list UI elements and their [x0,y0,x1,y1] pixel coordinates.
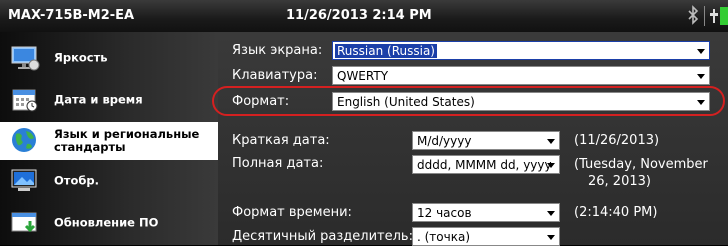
short-date-value: M/d/yyyy [417,134,472,148]
sidebar-item-label: Яркость [54,50,108,65]
regional-settings-panel: Язык экрана: Russian (Russia) Клавиатура… [218,32,728,246]
keyboard-value: QWERTY [337,69,389,83]
chevron-down-icon [547,163,555,168]
screen-language-value: Russian (Russia) [335,44,437,58]
sidebar-item-label: Обновление ПО [54,215,159,230]
calendar-icon [12,89,38,112]
keyboard-dropdown[interactable]: QWERTY [332,66,710,85]
format-highlight-annotation [212,86,725,116]
short-date-example: (11/26/2013) [574,133,660,148]
keyboard-label: Клавиатура: [232,68,318,83]
globe-icon [12,128,36,152]
decimal-separator-dropdown[interactable]: . (точка) [412,227,560,246]
bluetooth-icon [688,5,699,25]
status-separator [704,6,705,26]
chevron-down-icon [697,74,705,79]
sidebar-item-language-region[interactable]: Язык и региональные стандарты [0,122,218,160]
display-icon [11,169,37,191]
long-date-example-line1: (Tuesday, November [574,157,708,172]
sidebar: Яркость Дата и время Язык и региональные… [0,32,218,245]
time-format-label: Формат времени: [232,205,352,220]
long-date-dropdown[interactable]: dddd, MMMM dd, yyyy [412,155,560,174]
screen-language-dropdown[interactable]: Russian (Russia) [332,41,710,60]
sidebar-item-brightness[interactable]: Яркость [0,40,218,76]
sidebar-item-display[interactable]: Отобр. [0,163,218,199]
title-bar: MAX-715B-M2-EA 11/26/2013 2:14 PM [0,0,728,32]
sidebar-item-label: Язык и региональные стандарты [54,127,200,154]
device-name: MAX-715B-M2-EA [8,8,135,23]
time-format-dropdown[interactable]: 12 часов [412,203,560,222]
long-date-example-line2: 26, 2013) [588,174,651,189]
sidebar-item-date-time[interactable]: Дата и время [0,82,218,118]
long-date-value: dddd, MMMM dd, yyyy [417,158,552,172]
decimal-separator-label: Десятичный разделитель: [232,229,413,244]
power-plug-icon [710,9,718,23]
brightness-monitor-icon [11,46,40,71]
short-date-label: Краткая дата: [232,133,330,148]
battery-icon [720,7,728,25]
software-update-icon [11,212,37,233]
time-format-example: (2:14:40 PM) [574,205,658,220]
chevron-down-icon [547,235,555,240]
decimal-separator-value: . (точка) [417,230,471,244]
sidebar-item-label: Дата и время [54,92,143,107]
sidebar-item-label: Отобр. [54,173,99,188]
current-datetime: 11/26/2013 2:14 PM [286,8,432,23]
short-date-dropdown[interactable]: M/d/yyyy [412,131,560,150]
screen-language-label: Язык экрана: [232,43,323,58]
sidebar-item-software-update[interactable]: Обновление ПО [0,205,218,241]
chevron-down-icon [547,211,555,216]
chevron-down-icon [547,139,555,144]
long-date-label: Полная дата: [232,156,324,171]
time-format-value: 12 часов [417,206,472,220]
chevron-down-icon [697,49,705,54]
